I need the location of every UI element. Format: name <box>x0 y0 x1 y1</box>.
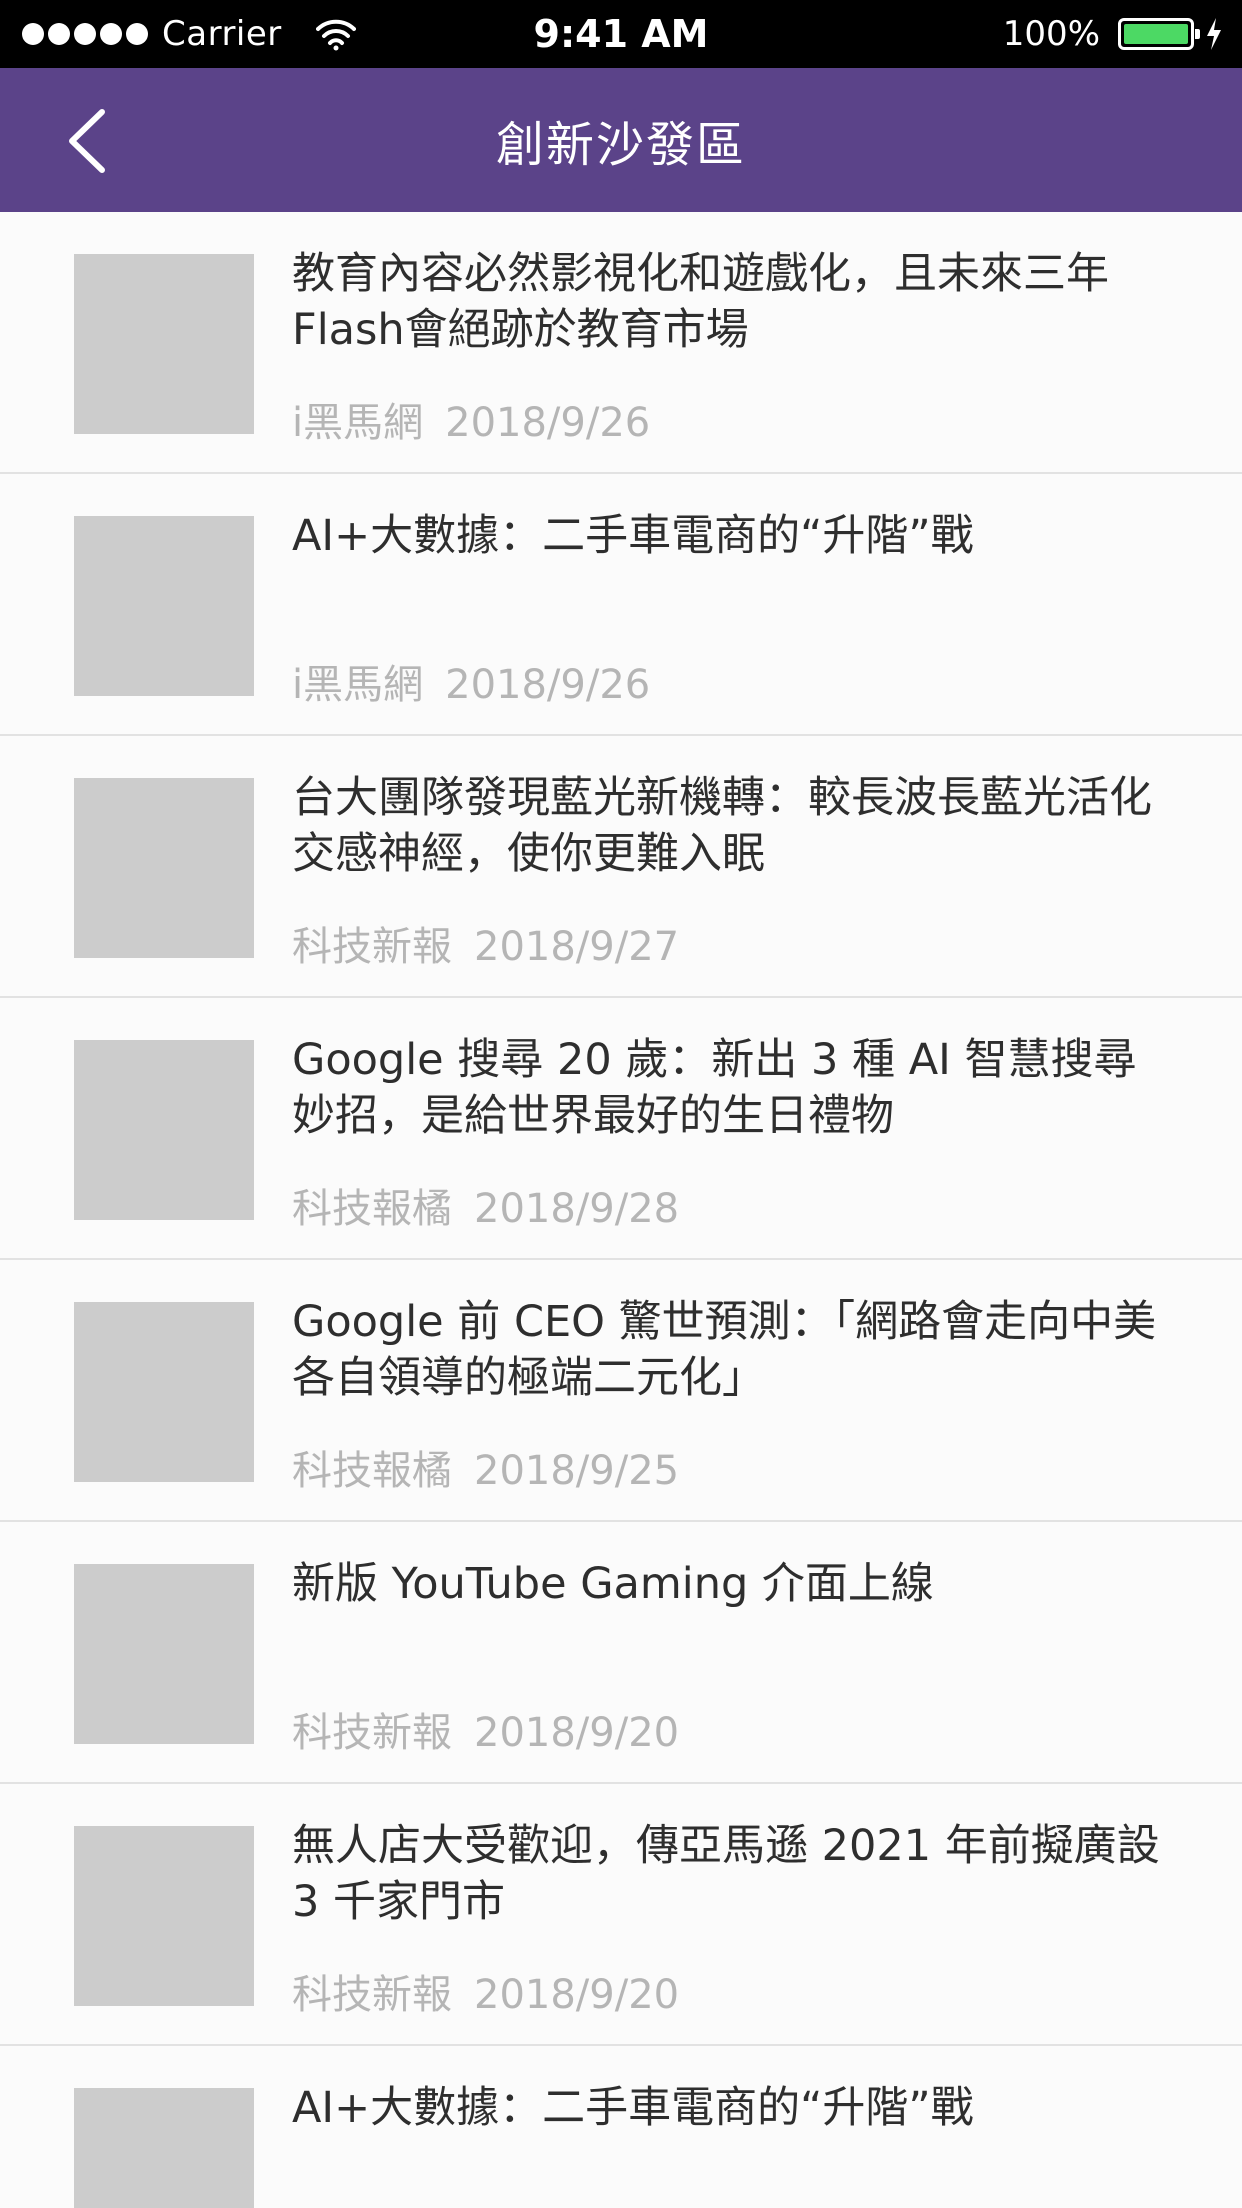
status-bar: Carrier 9:41 AM 100% <box>0 0 1242 68</box>
article-date: 2018/9/27 <box>474 924 680 970</box>
article-title[interactable]: Google 搜尋 20 歲：新出 3 種 AI 智慧搜尋妙招，是給世界最好的生… <box>292 1032 1172 1144</box>
article-source: i黑馬網 <box>292 662 424 708</box>
article-source: 科技報橘 <box>292 1448 452 1494</box>
status-right: 100% <box>1003 0 1224 68</box>
article-meta: 科技報橘 2018/9/25 <box>292 1438 679 1496</box>
article-date: 2018/9/20 <box>474 1710 680 1756</box>
article-title[interactable]: Google 前 CEO 驚世預測：「網路會走向中美各自領導的極端二元化」 <box>292 1294 1172 1406</box>
battery-percentage: 100% <box>1002 14 1100 54</box>
article-thumbnail[interactable] <box>74 1564 254 1744</box>
article-meta: 科技報橘 2018/9/28 <box>292 1176 679 1234</box>
article-thumbnail[interactable] <box>74 516 254 696</box>
article-source: 科技報橘 <box>292 1186 452 1232</box>
article-date: 2018/9/26 <box>445 400 651 446</box>
list-item[interactable]: 教育內容必然影視化和遊戲化，且未來三年Flash會絕跡於教育市場 i黑馬網 201… <box>0 212 1242 474</box>
article-title[interactable]: 教育內容必然影視化和遊戲化，且未來三年Flash會絕跡於教育市場 <box>292 246 1172 358</box>
article-thumbnail[interactable] <box>74 1826 254 2006</box>
article-meta: 科技新報 2018/9/20 <box>292 1962 679 2020</box>
article-source: i黑馬網 <box>292 400 424 446</box>
article-date: 2018/9/26 <box>445 662 651 708</box>
list-item[interactable]: AI+大數據：二手車電商的“升階”戰 <box>0 2046 1242 2208</box>
article-source: 科技新報 <box>292 1710 452 1756</box>
list-item[interactable]: Google 搜尋 20 歲：新出 3 種 AI 智慧搜尋妙招，是給世界最好的生… <box>0 998 1242 1260</box>
article-date: 2018/9/28 <box>474 1186 680 1232</box>
page-title: 創新沙發區 <box>495 117 746 173</box>
list-item[interactable]: Google 前 CEO 驚世預測：「網路會走向中美各自領導的極端二元化」 科技… <box>0 1260 1242 1522</box>
article-source: 科技新報 <box>292 1972 452 2018</box>
article-source: 科技新報 <box>292 924 452 970</box>
article-thumbnail[interactable] <box>74 1302 254 1482</box>
article-thumbnail[interactable] <box>74 2088 254 2208</box>
article-title[interactable]: AI+大數據：二手車電商的“升階”戰 <box>292 2080 1172 2136</box>
list-item[interactable]: 台大團隊發現藍光新機轉：較長波長藍光活化交感神經，使你更難入眠 科技新報 2018… <box>0 736 1242 998</box>
navigation-bar: 創新沙發區 <box>0 68 1242 212</box>
article-thumbnail[interactable] <box>74 1040 254 1220</box>
article-meta: 科技新報 2018/9/20 <box>292 1700 679 1758</box>
article-meta: i黑馬網 2018/9/26 <box>292 390 650 448</box>
charging-bolt-icon <box>1207 18 1221 50</box>
article-date: 2018/9/25 <box>474 1448 680 1494</box>
article-meta: i黑馬網 2018/9/26 <box>292 652 650 710</box>
battery-icon <box>1118 18 1200 50</box>
list-item[interactable]: 無人店大受歡迎，傳亞馬遜 2021 年前擬廣設 3 千家門市 科技新報 2018/… <box>0 1784 1242 2046</box>
article-meta: 科技新報 2018/9/27 <box>292 914 679 972</box>
article-thumbnail[interactable] <box>74 254 254 434</box>
article-date: 2018/9/20 <box>474 1972 680 2018</box>
article-thumbnail[interactable] <box>74 778 254 958</box>
article-title[interactable]: 新版 YouTube Gaming 介面上線 <box>292 1556 1172 1612</box>
article-list[interactable]: 教育內容必然影視化和遊戲化，且未來三年Flash會絕跡於教育市場 i黑馬網 201… <box>0 212 1242 2208</box>
list-item[interactable]: 新版 YouTube Gaming 介面上線 科技新報 2018/9/20 <box>0 1522 1242 1784</box>
article-title[interactable]: 無人店大受歡迎，傳亞馬遜 2021 年前擬廣設 3 千家門市 <box>292 1818 1172 1930</box>
list-item[interactable]: AI+大數據：二手車電商的“升階”戰 i黑馬網 2018/9/26 <box>0 474 1242 736</box>
article-title[interactable]: AI+大數據：二手車電商的“升階”戰 <box>292 508 1172 564</box>
article-title[interactable]: 台大團隊發現藍光新機轉：較長波長藍光活化交感神經，使你更難入眠 <box>292 770 1172 882</box>
